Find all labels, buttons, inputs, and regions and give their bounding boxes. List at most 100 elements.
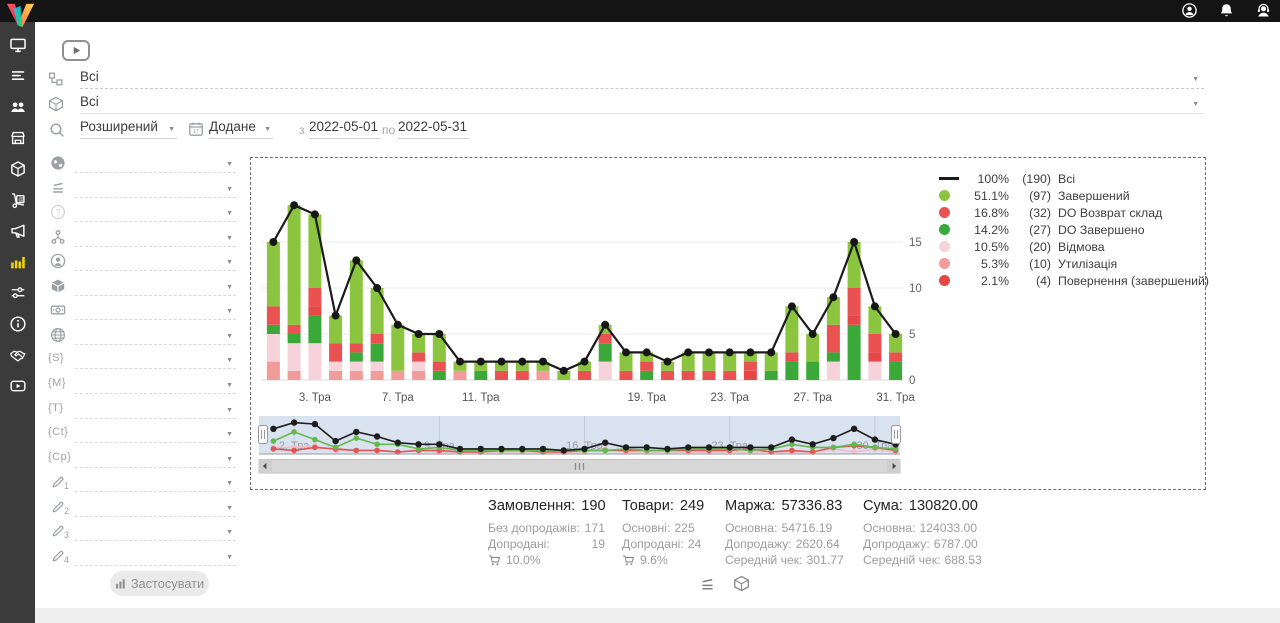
list-view-icon[interactable] — [699, 576, 716, 593]
sidebar-item-handshake-icon[interactable] — [9, 346, 27, 364]
notifications-bell-icon[interactable] — [1218, 2, 1235, 19]
filter-select-help[interactable]: ▼ — [75, 203, 236, 222]
date-to-input[interactable]: 2022-05-31 — [398, 119, 469, 139]
filter-select-brace-t[interactable]: ▼ — [75, 400, 236, 419]
sidebar: @ — [0, 22, 35, 623]
category-filter-select[interactable]: Всі ▼ — [80, 69, 1204, 89]
stat-title-label: Товари: — [622, 498, 674, 514]
filter-select-banknote[interactable]: ▼ — [75, 301, 236, 320]
svg-text:7. Тра: 7. Тра — [382, 392, 415, 404]
legend-pct: 10.5% — [965, 240, 1009, 254]
app-logo[interactable] — [5, 1, 36, 30]
legend-cnt: (20) — [1009, 240, 1051, 254]
filter-select-pencil-4[interactable]: ▼ — [75, 547, 236, 566]
legend-pct: 2.1% — [965, 274, 1009, 288]
search-mode-select[interactable]: Розширений ▼ — [80, 119, 177, 139]
filter-pencil-number: 3 — [64, 530, 69, 540]
filter-select-pencil-2[interactable]: ▼ — [75, 498, 236, 517]
filter-brace-s-icon: {S} — [48, 352, 64, 364]
stat-column: Замовлення:190Без допродажів:171Допродан… — [488, 498, 605, 568]
svg-text:?: ? — [56, 208, 61, 217]
filter-select-brace-s[interactable]: ▼ — [75, 350, 236, 369]
filter-select-brace-m[interactable]: ▼ — [75, 375, 236, 394]
legend-item[interactable]: 100%(190)Всі — [939, 170, 1209, 187]
support-headset-icon[interactable] — [1255, 2, 1272, 19]
svg-text:0: 0 — [909, 375, 915, 387]
stat-row: Допродажу:2620.64 — [725, 536, 829, 552]
chevron-down-icon: ▼ — [226, 505, 233, 512]
filter-select-globe-dark[interactable]: ▼ — [75, 154, 236, 173]
product-filter-select[interactable]: Всі ▼ — [80, 94, 1204, 114]
filter-cube-filled-icon — [50, 278, 66, 294]
legend-dot-marker — [939, 258, 965, 269]
chevron-down-icon: ▼ — [226, 333, 233, 340]
chevron-down-icon: ▼ — [226, 210, 233, 217]
filter-select-globe-wire[interactable]: ▼ — [75, 326, 236, 345]
stat-row: Основна:124033.00 — [863, 520, 970, 536]
date-field-value: Додане — [209, 119, 256, 134]
legend-item[interactable]: 10.5%(20)Відмова — [939, 238, 1209, 255]
video-tutorial-button[interactable] — [62, 40, 90, 61]
stat-row-value: 2620.64 — [796, 536, 840, 552]
legend-label: Всі — [1051, 172, 1209, 186]
filter-brace-t-icon: {T} — [48, 402, 64, 414]
stat-title-value: 130820.00 — [909, 498, 978, 514]
filter-select-cube-filled[interactable]: ▼ — [75, 277, 236, 296]
legend-dot-marker — [939, 224, 965, 235]
search-mode-value: Розширений — [80, 119, 158, 134]
chevron-down-icon: ▼ — [1192, 101, 1199, 108]
legend-label: DO Возврат склад — [1051, 206, 1209, 220]
stat-title-label: Сума: — [863, 498, 903, 514]
date-field-select[interactable]: Додане ▼ — [209, 119, 273, 139]
sidebar-item-monitor-icon[interactable] — [9, 36, 27, 54]
sidebar-item-store-icon[interactable] — [9, 129, 27, 147]
cart-icon — [622, 554, 635, 567]
sidebar-item-cube-icon[interactable] — [9, 160, 27, 178]
sidebar-item-video-icon[interactable] — [9, 377, 27, 395]
legend-pct: 100% — [965, 172, 1009, 186]
legend-item[interactable]: 51.1%(97)Завершений — [939, 187, 1209, 204]
sidebar-item-megaphone-icon[interactable] — [9, 222, 27, 240]
sidebar-item-people-icon[interactable] — [9, 98, 27, 116]
filter-globe-dark-icon — [50, 155, 66, 171]
chevron-down-icon: ▼ — [226, 431, 233, 438]
svg-text:5: 5 — [909, 329, 915, 341]
legend-cnt: (97) — [1009, 189, 1051, 203]
svg-text:10: 10 — [909, 283, 922, 295]
sidebar-item-list-icon[interactable] — [9, 67, 27, 85]
sidebar-item-sliders-icon[interactable] — [9, 284, 27, 302]
chevron-down-icon: ▼ — [226, 529, 233, 536]
filter-select-brace-ct[interactable]: ▼ — [75, 424, 236, 443]
date-from-input[interactable]: 2022-05-01 — [309, 119, 380, 139]
filter-select-hierarchy[interactable]: ▼ — [75, 228, 236, 247]
stat-row: Без допродажів:171 — [488, 520, 605, 536]
product-filter-value: Всі — [80, 94, 99, 109]
legend-item[interactable]: 2.1%(4)Повернення (завершений) — [939, 272, 1209, 289]
stat-row-value: 225 — [674, 520, 694, 536]
user-account-icon[interactable] — [1181, 2, 1198, 19]
filter-select-brace-cp[interactable]: ▼ — [75, 449, 236, 468]
stat-row: Середній чек:688.53 — [863, 552, 970, 568]
category-tree-icon — [48, 71, 64, 87]
stat-row-label: Допродажу: — [863, 536, 930, 552]
legend-line-marker — [939, 177, 965, 180]
chevron-down-icon: ▼ — [226, 554, 233, 561]
sidebar-item-bar-chart-icon[interactable] — [9, 253, 27, 271]
legend-item[interactable]: 14.2%(27)DO Завершено — [939, 221, 1209, 238]
apply-button-label: Застосувати — [131, 576, 204, 591]
sidebar-item-trolley-icon[interactable]: @ — [9, 191, 27, 209]
filter-brace-cp-icon: {Cp} — [48, 451, 71, 463]
stat-row-label: Основні: — [622, 520, 670, 536]
filter-select-user-circle[interactable]: ▼ — [75, 252, 236, 271]
filter-select-status-lines[interactable]: ▼ — [75, 179, 236, 198]
legend-item[interactable]: 16.8%(32)DO Возврат склад — [939, 204, 1209, 221]
legend-item[interactable]: 5.3%(10)Утилізація — [939, 255, 1209, 272]
sidebar-item-info-icon[interactable] — [9, 315, 27, 333]
filter-select-pencil-3[interactable]: ▼ — [75, 522, 236, 541]
stat-row-value: 10.0% — [506, 552, 541, 568]
apply-button[interactable]: Застосувати — [110, 571, 209, 596]
legend-cnt: (32) — [1009, 206, 1051, 220]
package-view-icon[interactable] — [733, 575, 750, 592]
filter-select-pencil-1[interactable]: ▼ — [75, 473, 236, 492]
legend-label: Завершений — [1051, 189, 1209, 203]
